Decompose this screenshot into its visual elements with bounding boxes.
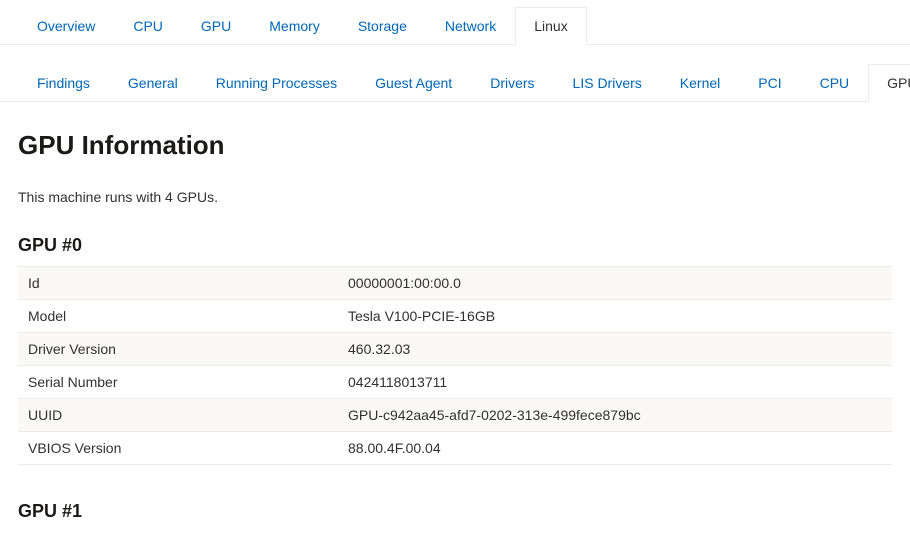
tab-guest-agent[interactable]: Guest Agent: [356, 64, 471, 102]
content-area: GPU Information This machine runs with 4…: [0, 102, 910, 522]
tab-linux[interactable]: Linux: [515, 7, 586, 45]
tab-memory[interactable]: Memory: [250, 7, 339, 45]
table-row: Serial Number 0424118013711: [18, 366, 892, 399]
row-value-serial: 0424118013711: [338, 366, 892, 399]
gpu-0-table: Id 00000001:00:00.0 Model Tesla V100-PCI…: [18, 266, 892, 465]
gpu-0-heading: GPU #0: [18, 235, 892, 256]
row-value-driver: 460.32.03: [338, 333, 892, 366]
primary-tabs: Overview CPU GPU Memory Storage Network …: [0, 0, 910, 45]
secondary-tabs: Findings General Running Processes Guest…: [0, 45, 910, 102]
tab-pci[interactable]: PCI: [739, 64, 800, 102]
table-row: UUID GPU-c942aa45-afd7-0202-313e-499fece…: [18, 399, 892, 432]
row-label-serial: Serial Number: [18, 366, 338, 399]
tab-cpu[interactable]: CPU: [114, 7, 182, 45]
tab-drivers[interactable]: Drivers: [471, 64, 553, 102]
tab-general[interactable]: General: [109, 64, 197, 102]
row-label-uuid: UUID: [18, 399, 338, 432]
table-row: Driver Version 460.32.03: [18, 333, 892, 366]
row-label-driver: Driver Version: [18, 333, 338, 366]
tab-storage[interactable]: Storage: [339, 7, 426, 45]
row-label-id: Id: [18, 267, 338, 300]
table-row: VBIOS Version 88.00.4F.00.04: [18, 432, 892, 465]
row-value-vbios: 88.00.4F.00.04: [338, 432, 892, 465]
tab-running-processes[interactable]: Running Processes: [197, 64, 356, 102]
tab-gpu-secondary[interactable]: GPU: [868, 64, 910, 102]
row-value-model: Tesla V100-PCIE-16GB: [338, 300, 892, 333]
tab-gpu[interactable]: GPU: [182, 7, 250, 45]
table-row: Id 00000001:00:00.0: [18, 267, 892, 300]
tab-lis-drivers[interactable]: LIS Drivers: [554, 64, 661, 102]
gpu-summary: This machine runs with 4 GPUs.: [18, 189, 892, 205]
tab-findings[interactable]: Findings: [18, 64, 109, 102]
row-label-vbios: VBIOS Version: [18, 432, 338, 465]
row-value-id: 00000001:00:00.0: [338, 267, 892, 300]
tab-cpu-secondary[interactable]: CPU: [801, 64, 869, 102]
page-title: GPU Information: [18, 130, 892, 161]
tab-kernel[interactable]: Kernel: [661, 64, 739, 102]
tab-overview[interactable]: Overview: [18, 7, 114, 45]
row-label-model: Model: [18, 300, 338, 333]
table-row: Model Tesla V100-PCIE-16GB: [18, 300, 892, 333]
row-value-uuid: GPU-c942aa45-afd7-0202-313e-499fece879bc: [338, 399, 892, 432]
gpu-1-heading: GPU #1: [18, 501, 892, 522]
tab-network[interactable]: Network: [426, 7, 515, 45]
